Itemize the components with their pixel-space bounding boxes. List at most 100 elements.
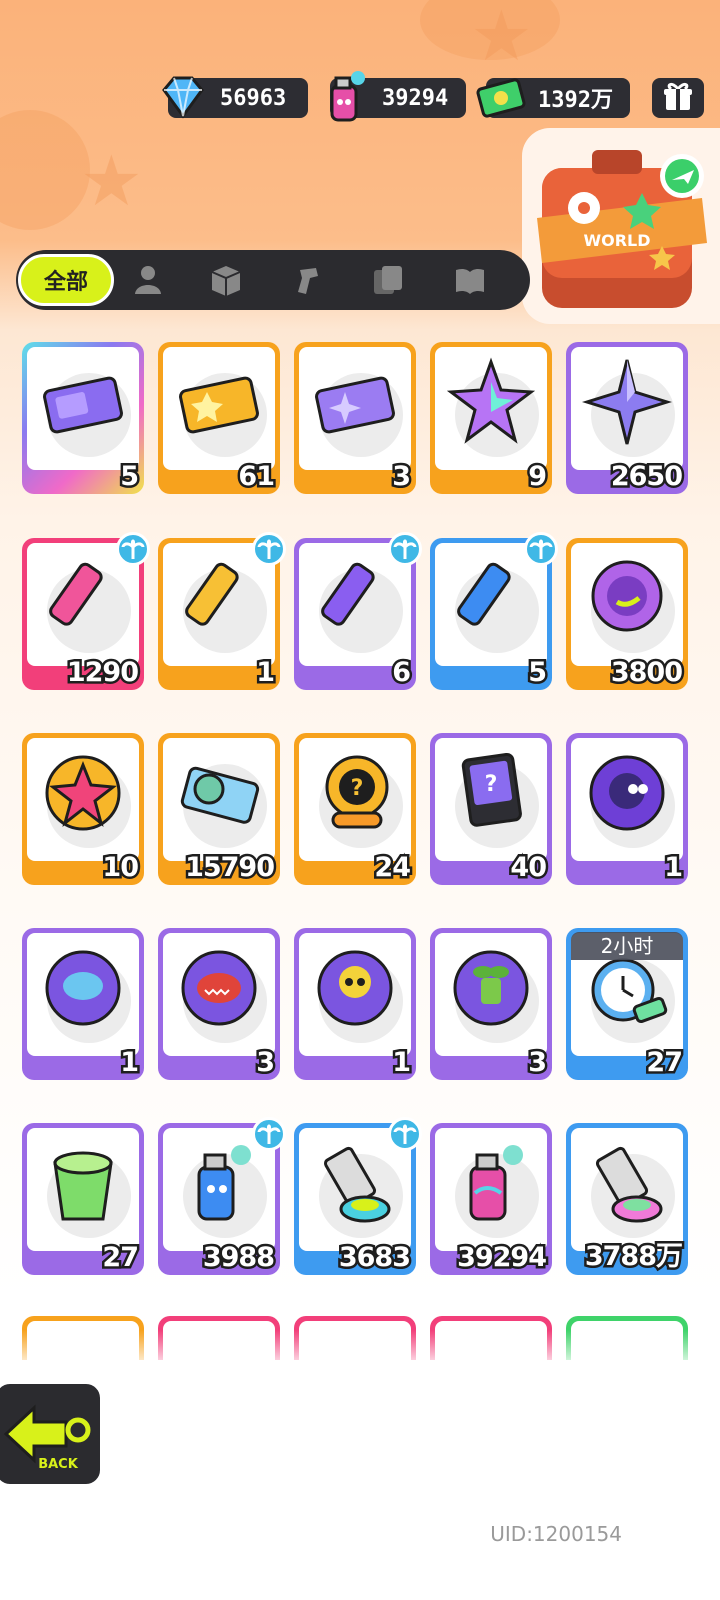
item-card[interactable]: 39294 <box>430 1123 552 1276</box>
item-count: 1 <box>118 1045 142 1081</box>
item-card[interactable]: 1290 <box>22 532 150 691</box>
item-count: 27 <box>100 1240 142 1276</box>
item-card[interactable]: 3683 <box>294 1117 422 1276</box>
currency-paint-spray[interactable]: 39294 <box>330 71 466 122</box>
purple-ticket-icon <box>43 376 123 434</box>
item-card[interactable]: 15790 <box>158 733 280 886</box>
item-card[interactable]: 3988 <box>158 1117 286 1276</box>
person-icon[interactable] <box>130 262 166 298</box>
crystal-star-icon <box>581 359 673 445</box>
item-card[interactable]: 61 <box>158 342 280 495</box>
item-count: 40 <box>508 850 550 886</box>
palm-tree-icon <box>388 1117 422 1151</box>
deity-mystery-icon: ? <box>325 755 389 829</box>
item-count: 3 <box>254 1045 278 1081</box>
gold-ticket-icon <box>179 376 259 434</box>
cool-sticker-icon <box>591 560 663 632</box>
item-card[interactable]: 1 <box>566 733 688 886</box>
palm-tree-icon <box>252 1117 286 1151</box>
item-card[interactable]: 3788万 <box>566 1123 688 1275</box>
svg-text:WORLD: WORLD <box>583 231 650 250</box>
world-suitcase-icon: WORLD <box>537 150 707 308</box>
purple-crayon-icon <box>321 562 375 626</box>
back-button[interactable]: BACK <box>0 1380 104 1488</box>
star-decoration: ★ <box>80 140 143 222</box>
back-label: BACK <box>38 1457 79 1472</box>
rainbow-star-icon <box>446 357 536 444</box>
item-card[interactable]: 1 <box>22 928 144 1081</box>
cards-icon[interactable] <box>370 262 406 298</box>
item-card[interactable]: 3800 <box>566 538 688 691</box>
tab-all[interactable]: 全部 <box>18 254 114 306</box>
item-count: 1 <box>390 1045 414 1081</box>
item-count: 39294 <box>455 1240 550 1276</box>
paint-splash-decoration <box>0 110 90 230</box>
svg-text:?: ? <box>351 776 364 801</box>
cash-icon <box>474 70 528 124</box>
item-count: 61 <box>236 459 278 495</box>
rainbow-paint-tube-icon <box>595 1146 663 1223</box>
item-count: 24 <box>372 850 414 886</box>
item-card[interactable]: 1 <box>158 532 286 691</box>
palm-tree-icon <box>252 532 286 566</box>
currency-diamond[interactable]: 56963 <box>162 76 308 119</box>
item-count: 3 <box>390 459 414 495</box>
item-count: 10 <box>100 850 142 886</box>
item-card[interactable]: ? 24 <box>294 733 416 886</box>
back-arrow-icon: BACK <box>3 1404 91 1472</box>
season-ticket-icon <box>180 766 260 824</box>
plant-orb-icon <box>453 950 529 1026</box>
item-count: 9 <box>526 459 550 495</box>
svg-text:?: ? <box>485 772 498 797</box>
diamond-icon <box>156 70 210 124</box>
item-card[interactable]: 5 <box>22 342 144 495</box>
item-card[interactable]: 5 <box>430 532 558 691</box>
currency-cash[interactable]: 1392万 <box>476 78 630 118</box>
item-card[interactable]: 10 <box>22 733 144 886</box>
timer-label: 2小时 <box>571 932 683 960</box>
item-card[interactable]: 3 <box>430 928 552 1081</box>
item-count: 3988 <box>200 1240 277 1276</box>
star-badge-icon <box>45 755 121 831</box>
user-id-label: UID:1200154 <box>490 1522 622 1546</box>
item-card[interactable]: 9 <box>430 342 552 495</box>
pink-spray-can-icon <box>469 1145 523 1221</box>
palm-tree-icon <box>388 532 422 566</box>
currency-value: 56963 <box>220 85 287 111</box>
item-count: 1 <box>662 850 686 886</box>
book-icon[interactable] <box>452 262 488 298</box>
item-card[interactable]: 2650 <box>566 342 688 495</box>
travel-card-icon: ? <box>461 752 522 827</box>
item-card[interactable]: 1 <box>294 928 416 1081</box>
open-cup-icon <box>53 1151 113 1221</box>
gift-icon <box>664 82 692 110</box>
gift-button[interactable] <box>652 78 704 118</box>
spray-tool-icon[interactable] <box>290 262 326 298</box>
world-box-button[interactable]: WORLD <box>522 128 720 324</box>
blue-crayon-icon <box>457 562 511 626</box>
item-card[interactable]: 3 <box>158 928 280 1081</box>
currency-value: 39294 <box>382 85 449 111</box>
yellow-crayon-icon <box>185 562 239 626</box>
star-decoration: ★ <box>470 0 533 77</box>
pink-crayon-icon <box>49 562 103 626</box>
box-icon[interactable] <box>208 262 244 298</box>
item-count: 3 <box>526 1045 550 1081</box>
item-card[interactable]: 27 <box>22 1123 144 1276</box>
piranha-orb-icon <box>181 950 257 1026</box>
item-count: 3788万 <box>582 1239 685 1275</box>
item-count: 1290 <box>64 655 141 691</box>
item-card[interactable]: 6 <box>294 532 422 691</box>
item-card[interactable]: 3 <box>294 342 416 495</box>
paint-spray-icon <box>318 70 372 124</box>
monster-orb-icon <box>589 755 665 831</box>
item-count: 27 <box>644 1045 686 1081</box>
item-count: 2650 <box>608 459 685 495</box>
item-count: 3683 <box>336 1240 413 1276</box>
item-count: 3800 <box>608 655 685 691</box>
item-card[interactable]: ? 40 <box>430 733 552 886</box>
blue-spray-can-icon <box>197 1145 251 1221</box>
violet-ticket-icon <box>315 376 395 434</box>
palm-tree-icon <box>524 532 558 566</box>
item-card[interactable]: 2小时 27 <box>566 928 688 1081</box>
